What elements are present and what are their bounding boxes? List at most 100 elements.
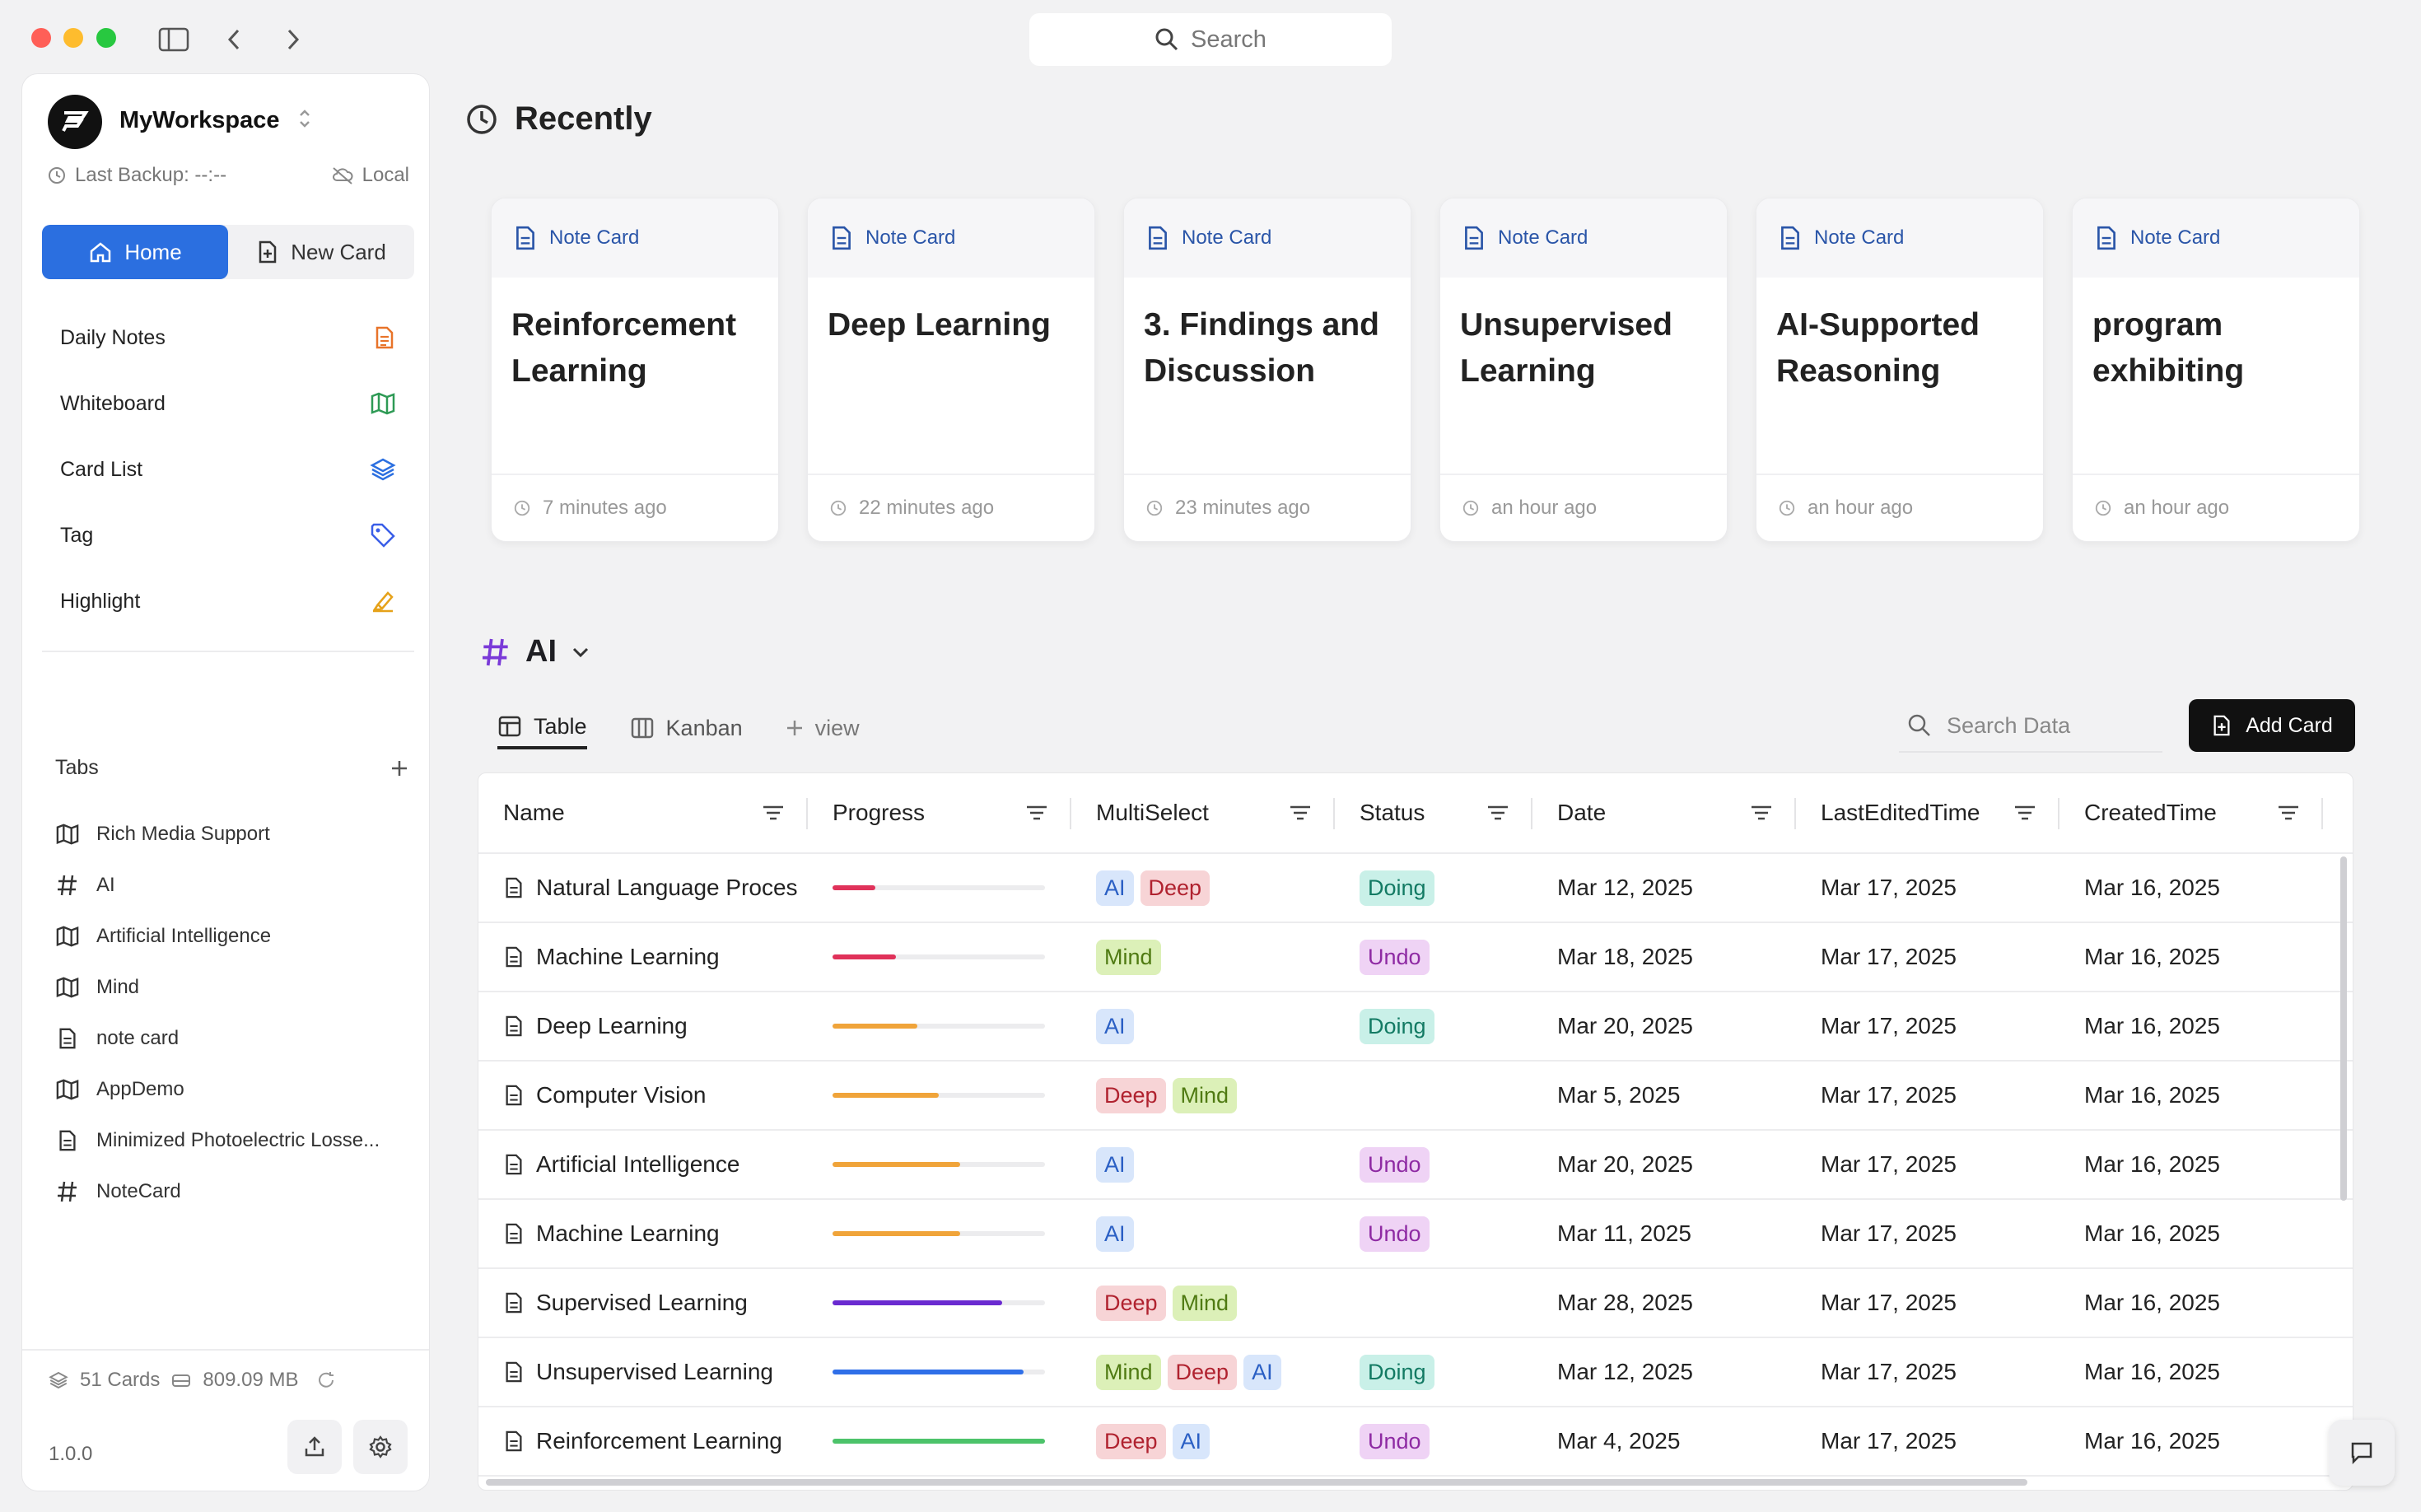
- cell-created[interactable]: Mar 16, 2025: [2059, 1407, 2323, 1475]
- table-row[interactable]: Natural Language Proces AI Deep Doing Mar 12…: [478, 854, 2353, 923]
- tab-item-ai[interactable]: AI: [55, 860, 417, 911]
- recent-card[interactable]: Note Card AI-Supported Reasoning an hour…: [1756, 198, 2044, 542]
- tag-view-header[interactable]: AI: [479, 634, 591, 670]
- cell-created[interactable]: Mar 16, 2025: [2059, 992, 2323, 1060]
- tab-item-artificial-intelligence[interactable]: Artificial Intelligence: [55, 911, 417, 962]
- cell-status[interactable]: Doing: [1335, 1338, 1532, 1406]
- filter-icon[interactable]: [762, 804, 785, 822]
- new-card-button[interactable]: New Card: [228, 225, 414, 279]
- search-data-input[interactable]: Search Data: [1899, 700, 2162, 753]
- column-header-multiselect[interactable]: MultiSelect: [1071, 773, 1335, 852]
- sidebar-item-tag[interactable]: Tag: [42, 502, 414, 568]
- sidebar-item-card-list[interactable]: Card List: [42, 436, 414, 502]
- cell-name[interactable]: Reinforcement Learning: [478, 1407, 808, 1475]
- tab-item-rich-media-support[interactable]: Rich Media Support: [55, 809, 417, 860]
- cell-multiselect[interactable]: Mind: [1071, 923, 1335, 991]
- tab-kanban-view[interactable]: Kanban: [630, 707, 743, 749]
- cell-date[interactable]: Mar 5, 2025: [1532, 1062, 1796, 1129]
- cell-date[interactable]: Mar 20, 2025: [1532, 1131, 1796, 1198]
- vertical-scrollbar[interactable]: [2340, 856, 2347, 1201]
- cell-multiselect[interactable]: Deep AI: [1071, 1407, 1335, 1475]
- cell-status[interactable]: Undo: [1335, 1407, 1532, 1475]
- table-row[interactable]: Machine Learning AI Undo Mar 11, 2025 Mar 17…: [478, 1200, 2353, 1269]
- settings-button[interactable]: [353, 1420, 408, 1474]
- cell-last-edited[interactable]: Mar 17, 2025: [1796, 854, 2059, 922]
- cell-date[interactable]: Mar 12, 2025: [1532, 1338, 1796, 1406]
- forward-arrow-icon[interactable]: [275, 21, 311, 58]
- global-search[interactable]: Search: [1029, 13, 1392, 66]
- tab-table-view[interactable]: Table: [497, 707, 587, 749]
- cell-multiselect[interactable]: AI Deep: [1071, 854, 1335, 922]
- cell-date[interactable]: Mar 18, 2025: [1532, 923, 1796, 991]
- cell-name[interactable]: Unsupervised Learning: [478, 1338, 808, 1406]
- cell-name[interactable]: Artificial Intelligence: [478, 1131, 808, 1198]
- cell-name[interactable]: Supervised Learning: [478, 1269, 808, 1337]
- tab-item-appdemo[interactable]: AppDemo: [55, 1064, 417, 1115]
- cell-progress[interactable]: [808, 1269, 1071, 1337]
- cell-name[interactable]: Machine Learning: [478, 923, 808, 991]
- table-row[interactable]: Supervised Learning Deep Mind Mar 28, 2025 M…: [478, 1269, 2353, 1338]
- horizontal-scrollbar[interactable]: [486, 1479, 2027, 1486]
- zoom-window-button[interactable]: [96, 28, 116, 48]
- workspace-name[interactable]: MyWorkspace: [119, 107, 280, 134]
- filter-icon[interactable]: [2277, 804, 2300, 822]
- cell-last-edited[interactable]: Mar 17, 2025: [1796, 1200, 2059, 1267]
- cell-created[interactable]: Mar 16, 2025: [2059, 923, 2323, 991]
- cell-last-edited[interactable]: Mar 17, 2025: [1796, 1062, 2059, 1129]
- tab-item-notecard[interactable]: NoteCard: [55, 1166, 417, 1217]
- tab-item-mind[interactable]: Mind: [55, 962, 417, 1013]
- tab-item-minimized-photoelectric[interactable]: Minimized Photoelectric Losse...: [55, 1115, 417, 1166]
- cell-name[interactable]: Natural Language Proces: [478, 854, 808, 922]
- filter-icon[interactable]: [1289, 804, 1312, 822]
- recent-card[interactable]: Note Card Deep Learning 22 minutes ago: [807, 198, 1095, 542]
- cell-multiselect[interactable]: AI: [1071, 992, 1335, 1060]
- column-header-last-edited[interactable]: LastEditedTime: [1796, 773, 2059, 852]
- recent-card[interactable]: Note Card 3. Findings and Discussion 23 …: [1123, 198, 1411, 542]
- add-card-button[interactable]: Add Card: [2189, 699, 2355, 752]
- cell-date[interactable]: Mar 4, 2025: [1532, 1407, 1796, 1475]
- filter-icon[interactable]: [1486, 804, 1509, 822]
- add-view-button[interactable]: view: [786, 707, 860, 749]
- table-row[interactable]: Machine Learning Mind Undo Mar 18, 2025 Mar …: [478, 923, 2353, 992]
- cell-created[interactable]: Mar 16, 2025: [2059, 1338, 2323, 1406]
- cell-multiselect[interactable]: Deep Mind: [1071, 1062, 1335, 1129]
- cell-progress[interactable]: [808, 1200, 1071, 1267]
- cell-created[interactable]: Mar 16, 2025: [2059, 1200, 2323, 1267]
- tab-item-note-card[interactable]: note card: [55, 1013, 417, 1064]
- cell-progress[interactable]: [808, 1338, 1071, 1406]
- filter-icon[interactable]: [1025, 804, 1048, 822]
- cell-multiselect[interactable]: Mind Deep AI: [1071, 1338, 1335, 1406]
- cell-status[interactable]: [1335, 1062, 1532, 1129]
- sidebar-toggle-icon[interactable]: [156, 21, 192, 58]
- column-header-progress[interactable]: Progress: [808, 773, 1071, 852]
- workspace-logo[interactable]: [48, 95, 102, 149]
- refresh-icon[interactable]: [316, 1370, 336, 1390]
- cell-multiselect[interactable]: Deep Mind: [1071, 1269, 1335, 1337]
- cell-last-edited[interactable]: Mar 17, 2025: [1796, 1407, 2059, 1475]
- sidebar-item-whiteboard[interactable]: Whiteboard: [42, 371, 414, 436]
- cell-status[interactable]: [1335, 1269, 1532, 1337]
- cell-progress[interactable]: [808, 992, 1071, 1060]
- filter-icon[interactable]: [1750, 804, 1773, 822]
- sidebar-item-daily-notes[interactable]: Daily Notes: [42, 305, 414, 371]
- export-button[interactable]: [287, 1420, 342, 1474]
- cell-created[interactable]: Mar 16, 2025: [2059, 1269, 2323, 1337]
- cell-last-edited[interactable]: Mar 17, 2025: [1796, 1338, 2059, 1406]
- cell-created[interactable]: Mar 16, 2025: [2059, 1062, 2323, 1129]
- cell-last-edited[interactable]: Mar 17, 2025: [1796, 923, 2059, 991]
- cell-last-edited[interactable]: Mar 17, 2025: [1796, 1269, 2059, 1337]
- cell-progress[interactable]: [808, 923, 1071, 991]
- cell-progress[interactable]: [808, 854, 1071, 922]
- table-row[interactable]: Artificial Intelligence AI Undo Mar 20, 202…: [478, 1131, 2353, 1200]
- cell-name[interactable]: Computer Vision: [478, 1062, 808, 1129]
- table-row[interactable]: Computer Vision Deep Mind Mar 5, 2025 Mar 17…: [478, 1062, 2353, 1131]
- workspace-switch-chevron-icon[interactable]: [297, 107, 312, 134]
- table-row[interactable]: Unsupervised Learning Mind Deep AI Doing Mar …: [478, 1338, 2353, 1407]
- add-tab-plus-icon[interactable]: [390, 758, 409, 778]
- cell-date[interactable]: Mar 12, 2025: [1532, 854, 1796, 922]
- column-header-status[interactable]: Status: [1335, 773, 1532, 852]
- cell-progress[interactable]: [808, 1062, 1071, 1129]
- recent-card[interactable]: Note Card Reinforcement Learning 7 minut…: [491, 198, 779, 542]
- cell-status[interactable]: Undo: [1335, 923, 1532, 991]
- cell-name[interactable]: Machine Learning: [478, 1200, 808, 1267]
